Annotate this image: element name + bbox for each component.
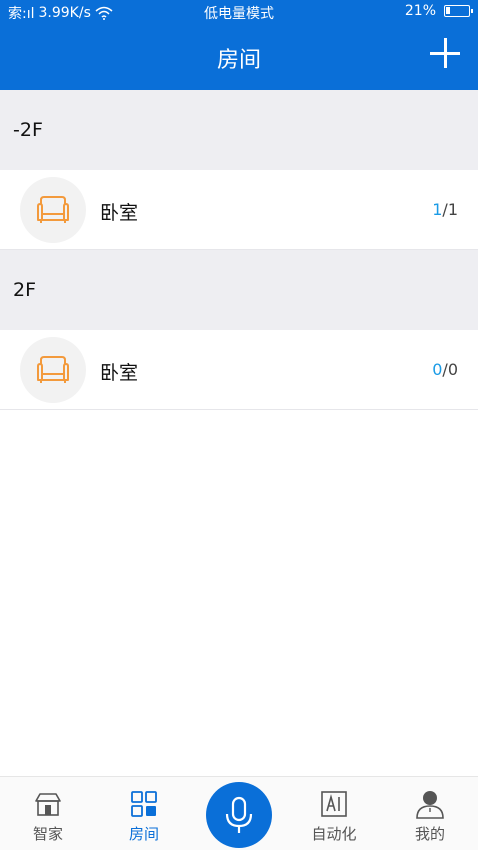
room-row[interactable]: 卧室 0/0: [0, 330, 478, 410]
tab-automation[interactable]: 自动化: [286, 777, 382, 850]
tab-automation-label: 自动化: [311, 825, 357, 843]
battery-icon: [444, 5, 473, 17]
tab-home[interactable]: 智家: [0, 777, 96, 850]
room-name: 卧室: [100, 202, 139, 224]
battery-percent: 21%: [404, 3, 436, 19]
room-icon-background: [20, 177, 86, 243]
room-row[interactable]: 卧室 1/1: [0, 170, 478, 250]
add-room-button[interactable]: [430, 38, 460, 68]
sofa-icon: [37, 196, 69, 223]
house-icon: [35, 793, 61, 816]
page-title: 房间: [216, 48, 261, 73]
tab-me[interactable]: 我的: [382, 777, 478, 850]
voice-button[interactable]: [206, 782, 272, 848]
room-icon-background: [20, 337, 86, 403]
device-count-total: 1: [447, 200, 458, 219]
room-name: 卧室: [100, 362, 139, 384]
tab-rooms-label: 房间: [128, 825, 159, 843]
status-right: 21%: [404, 3, 473, 19]
ai-icon: [321, 791, 347, 817]
battery-fill: [446, 7, 450, 14]
device-count-active: 1: [432, 200, 443, 219]
floor-header: -2F: [0, 90, 478, 170]
app-header: 房间: [0, 24, 478, 90]
device-count: 1/1: [432, 200, 458, 219]
sofa-icon: [37, 356, 69, 383]
status-bar: 索:ıl 3.99K/s 低电量模式 21%: [0, 0, 478, 24]
grid-icon: [131, 791, 157, 817]
tab-rooms[interactable]: 房间: [96, 777, 192, 850]
person-icon: [416, 791, 444, 819]
room-list: -2F 卧室 1/1 2F 卧室 0/0: [0, 90, 478, 410]
device-count-active: 0: [432, 360, 443, 379]
device-count-total: 0: [447, 360, 458, 379]
tab-me-label: 我的: [414, 825, 445, 843]
device-count: 0/0: [432, 360, 458, 379]
tab-home-label: 智家: [32, 825, 63, 843]
floor-header: 2F: [0, 250, 478, 330]
microphone-icon: [225, 796, 253, 833]
